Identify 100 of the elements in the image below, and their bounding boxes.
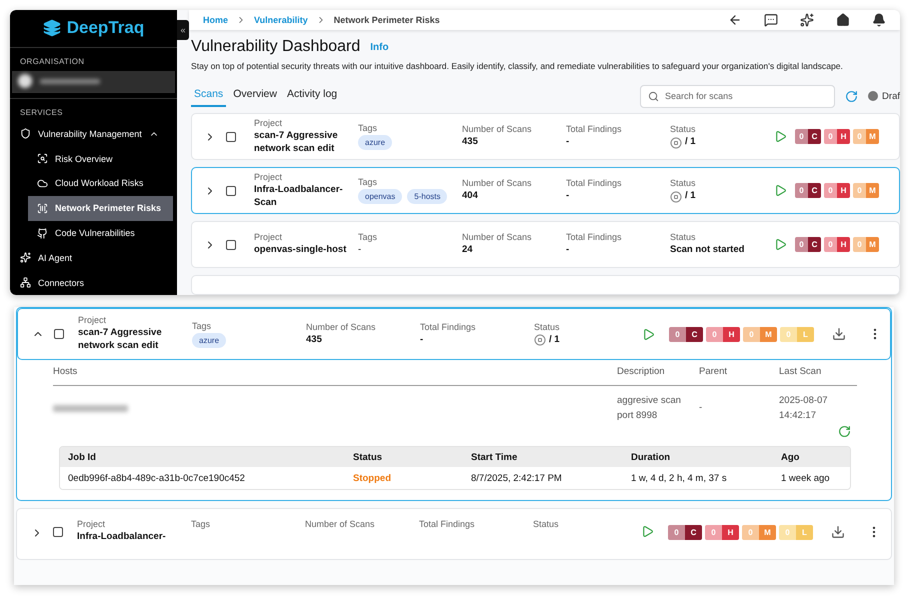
sidebar-item[interactable]: Connectors xyxy=(10,270,177,295)
scan-row[interactable]: Project Infra-Loadbalancer-Scan Tags openvas 5-hosts Number of Scans 404 Total Findings - Status / 1 0 C 0 H 0 M xyxy=(191,167,900,214)
sidebar-subitem[interactable]: Network Perimeter Risks xyxy=(28,196,173,221)
row-checkbox[interactable] xyxy=(226,186,236,196)
scans-value: 24 xyxy=(462,244,474,257)
collapse-sidebar-button[interactable]: « xyxy=(177,20,189,40)
play-icon[interactable] xyxy=(774,238,787,251)
sidebar-item-icon xyxy=(20,128,31,140)
scan-row[interactable]: Project openvas-single-host Tags - Number of Scans 24 Total Findings - Status Scan not started 0 C 0 H 0 M xyxy=(191,221,900,268)
organisation-selector[interactable] xyxy=(12,70,175,92)
stop-circle-icon xyxy=(670,190,682,202)
sidebar-subitem[interactable]: Cloud Workload Risks xyxy=(28,171,173,196)
findings-value: - xyxy=(566,244,570,257)
project-label: Project xyxy=(254,232,284,242)
sparkles-icon[interactable] xyxy=(800,13,814,27)
start-time-cell-text: 8/7/2025, 2:42:17 PM xyxy=(471,472,563,484)
play-icon[interactable] xyxy=(774,184,787,197)
breadcrumb-link[interactable]: Network Perimeter Risks xyxy=(334,15,440,25)
status-label: Status xyxy=(534,322,561,332)
sidebar-item[interactable]: Vulnerability Management xyxy=(10,122,177,146)
description-cell-text: aggresive scan port 8998 xyxy=(617,394,682,423)
tags-label: Tags xyxy=(358,177,378,187)
status-value: Scan not started xyxy=(670,244,746,257)
project-name: scan-7 Aggressive network scan edit xyxy=(254,130,339,156)
project-label: Project xyxy=(254,118,284,128)
last-scan-cell-text: 2025-08-07 14:42:17 xyxy=(779,394,829,423)
sidebar-item-icon xyxy=(37,228,48,239)
row-checkbox[interactable] xyxy=(53,527,63,538)
findings-label: Total Findings xyxy=(566,178,623,188)
tags-label: Tags xyxy=(192,320,212,330)
findings-value: - xyxy=(420,334,424,346)
download-icon[interactable] xyxy=(831,525,845,540)
blurred-organisation-name xyxy=(40,78,100,84)
scan-row[interactable]: Project Infra-Loadbalancer- Tags Number of Scans Total Findings Status 0 C 0 H 0 M 0 L xyxy=(16,508,892,560)
sidebar-subitem[interactable]: Risk Overview xyxy=(28,146,173,172)
column-header: Status xyxy=(353,452,384,463)
sidebar-item[interactable]: AI Agent xyxy=(10,245,177,270)
search-field[interactable]: Search for scans xyxy=(640,84,836,108)
sidebar-item-icon xyxy=(20,277,31,288)
status-value: / 1 xyxy=(549,334,560,346)
status-label: Status xyxy=(670,124,697,134)
ago-cell-text: 1 week ago xyxy=(781,472,831,484)
scans-label: Number of Scans xyxy=(306,322,377,332)
refresh-icon[interactable] xyxy=(845,90,858,102)
job-status-cell-text: Stopped xyxy=(353,472,392,484)
sidebar-item-icon xyxy=(20,252,31,264)
tags-label: Tags xyxy=(358,123,378,133)
stop-circle-icon xyxy=(534,334,546,346)
notification-bell-icon[interactable] xyxy=(872,13,886,27)
section-label: SERVICES xyxy=(19,106,64,118)
tags-label: Tags xyxy=(358,232,378,242)
findings-label: Total Findings xyxy=(420,322,477,332)
refresh-icon[interactable] xyxy=(838,425,851,438)
scans-label: Number of Scans xyxy=(305,519,376,530)
row-checkbox[interactable] xyxy=(226,132,236,142)
project-label: Project xyxy=(77,519,106,530)
row-checkbox[interactable] xyxy=(54,329,64,339)
scan-row[interactable]: Project scan-7 Aggressive network scan edit Tags azure Number of Scans 435 Total Findings - Status / 1 0 C 0 H 0 M xyxy=(191,113,900,160)
tags-label: Tags xyxy=(191,519,212,530)
findings-label: Total Findings xyxy=(566,124,623,134)
tab[interactable]: Overview xyxy=(230,85,280,107)
scan-row[interactable]: Project scan-7 Aggressive network scan edit Tags azure Number of Scans 435 Total Findings - Status / 1 0 C 0 H 0 M 0 L xyxy=(17,308,891,360)
project-name: Infra-Loadbalancer- xyxy=(77,531,167,544)
tags-value: - xyxy=(358,244,362,257)
scans-label: Number of Scans xyxy=(462,232,533,242)
status-label: Status xyxy=(670,178,697,188)
findings-value: - xyxy=(566,136,570,149)
filter-label[interactable]: Draf xyxy=(882,90,900,102)
play-icon[interactable] xyxy=(642,328,655,340)
status-dot-icon xyxy=(868,91,878,101)
job-id-cell-text: 0edb996f-a8b4-489c-a31b-0c7ce190c452 xyxy=(68,472,246,484)
column-header: Job Id xyxy=(68,452,97,463)
play-icon[interactable] xyxy=(774,130,787,143)
findings-label: Total Findings xyxy=(566,232,623,242)
scans-value: 435 xyxy=(306,334,323,346)
stop-circle-icon xyxy=(670,136,682,148)
project-name: scan-7 Aggressive network scan edit xyxy=(78,327,163,353)
play-icon[interactable] xyxy=(641,525,654,538)
logo-text: DeepTraq xyxy=(66,18,144,38)
sidebar-subitem[interactable]: Code Vulnerabilities xyxy=(28,220,173,246)
status-label: Status xyxy=(670,232,697,242)
row-checkbox[interactable] xyxy=(226,240,236,250)
section-label: ORGANISATION xyxy=(19,56,86,68)
column-header: Ago xyxy=(781,452,800,463)
project-name: Infra-Loadbalancer-Scan xyxy=(254,184,344,210)
home-icon[interactable] xyxy=(836,13,850,27)
column-header: Last Scan xyxy=(779,366,822,377)
tab[interactable]: Activity log xyxy=(284,85,340,107)
column-header: Description xyxy=(617,366,666,377)
back-arrow-icon[interactable] xyxy=(728,13,742,27)
blurred-avatar xyxy=(18,74,32,88)
findings-value: - xyxy=(566,190,570,203)
download-icon[interactable] xyxy=(832,327,846,341)
page-description: Stay on top of potential security threats with our intuitive dashboard. Easily identify, classify, and remediate vulnerabilities to safeguard your organization's digital landscape. xyxy=(191,61,844,71)
scans-value: 404 xyxy=(462,190,479,203)
project-label: Project xyxy=(78,315,108,326)
tag-chip: openvas xyxy=(358,189,402,204)
column-header: Hosts xyxy=(53,366,78,377)
status-value: / 1 xyxy=(685,136,696,149)
tag-chip: azure xyxy=(192,332,226,348)
